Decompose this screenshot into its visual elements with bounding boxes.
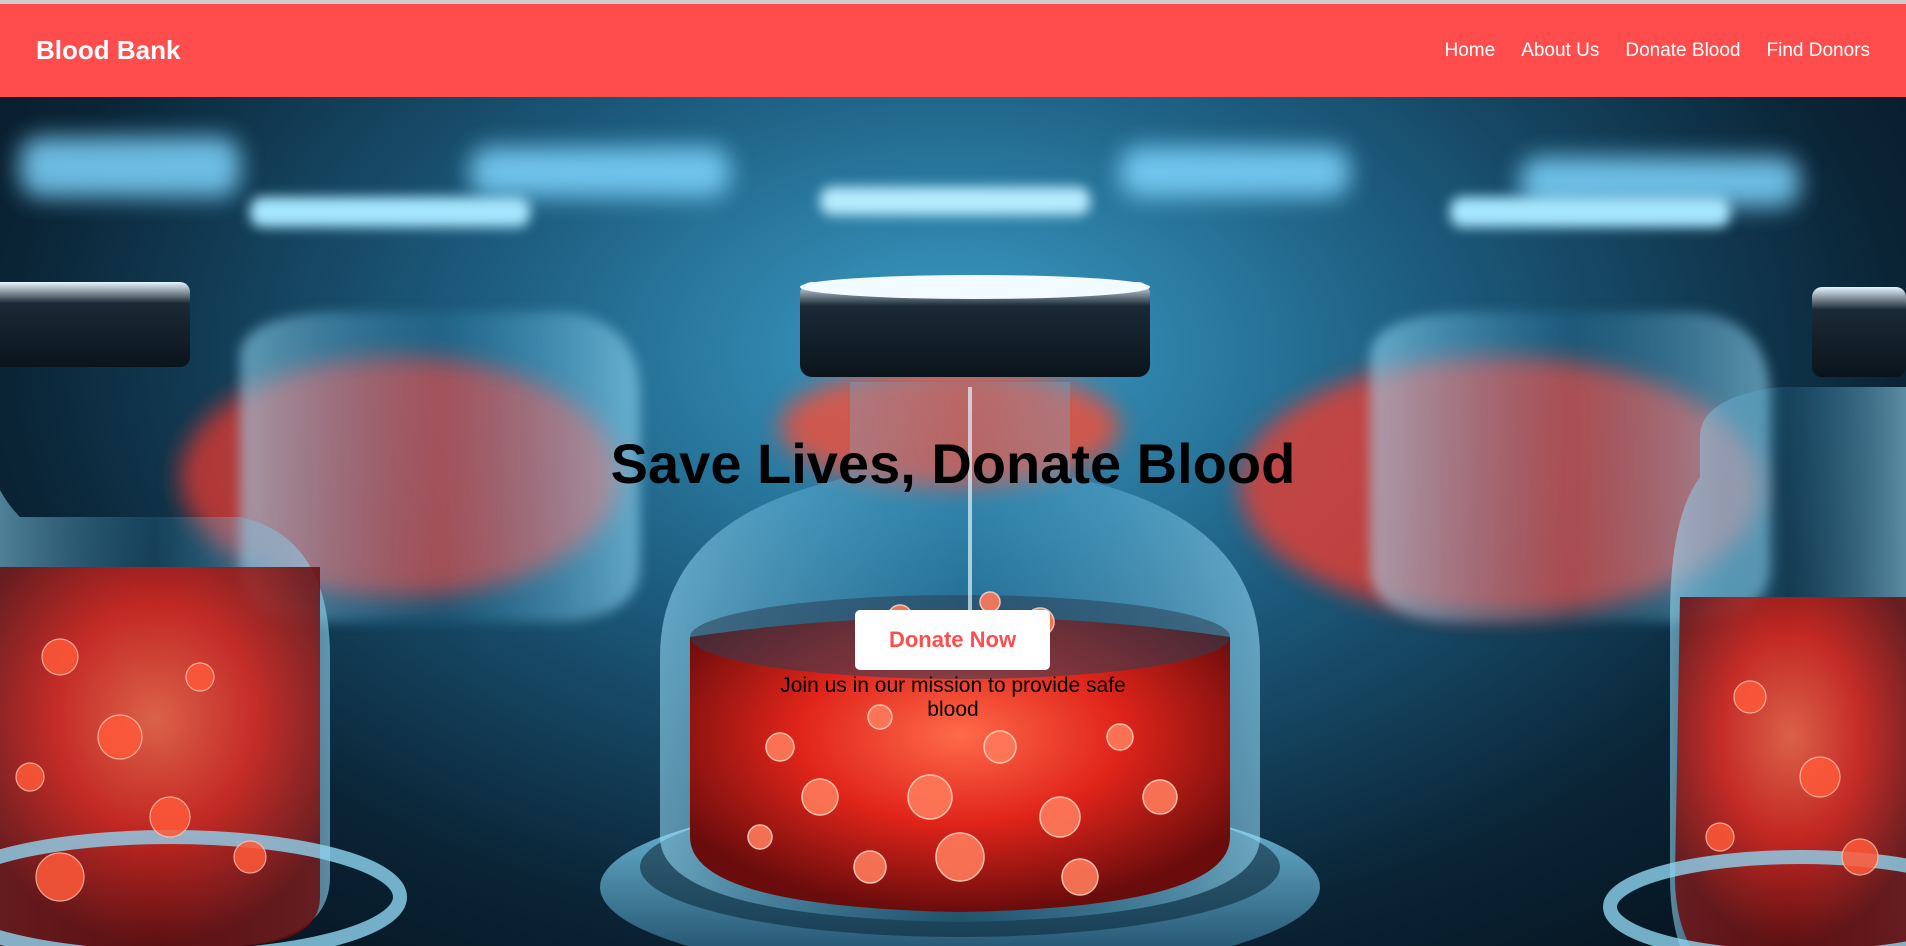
hero-subtitle: Join us in our mission to provide safe b… <box>780 674 1126 720</box>
brand-logo[interactable]: Blood Bank <box>36 35 180 66</box>
navbar: Blood Bank Home About Us Donate Blood Fi… <box>0 4 1906 97</box>
nav-link-about-us[interactable]: About Us <box>1521 40 1599 62</box>
hero-background-image <box>0 137 1906 946</box>
hero-section: Save Lives, Donate Blood Join us in our … <box>0 97 1906 946</box>
nav-links: Home About Us Donate Blood Find Donors <box>1445 40 1871 62</box>
donate-now-button[interactable]: Donate Now <box>855 610 1050 670</box>
nav-link-find-donors[interactable]: Find Donors <box>1767 40 1871 62</box>
nav-link-donate-blood[interactable]: Donate Blood <box>1625 40 1740 62</box>
nav-link-home[interactable]: Home <box>1445 40 1496 62</box>
hero-title: Save Lives, Donate Blood <box>610 432 1296 495</box>
